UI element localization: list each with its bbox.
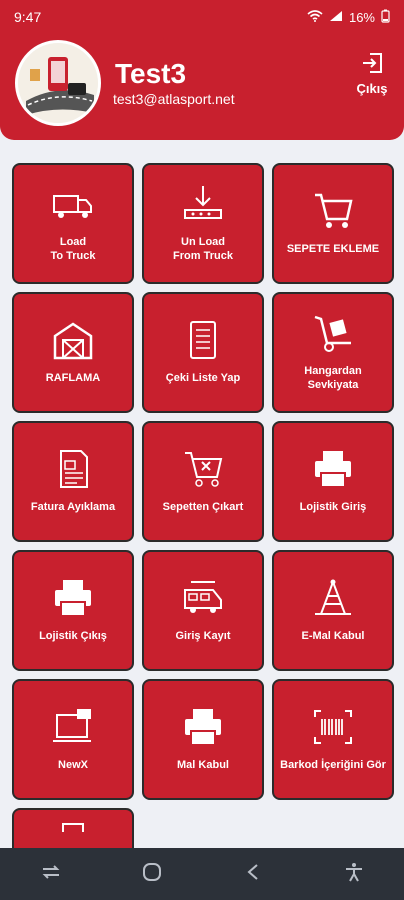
tile-lojistik-giris[interactable]: Lojistik Giriş <box>272 421 394 542</box>
tile-barkod-icerigini-gor[interactable]: Barkod İçeriğini Gör <box>272 679 394 800</box>
tile-raflama[interactable]: RAFLAMA <box>12 292 134 413</box>
user-email: test3@atlasport.net <box>113 91 235 107</box>
status-bar: 9:47 16% <box>0 0 404 34</box>
tile-unload-from-truck[interactable]: Un Load From Truck <box>142 163 264 284</box>
tile-label: NewX <box>58 759 88 771</box>
printer-icon <box>51 578 95 629</box>
logout-button[interactable]: Çıkış <box>352 52 392 96</box>
tile-load-to-truck[interactable]: Load To Truck <box>12 163 134 284</box>
laptop-icon <box>51 707 95 758</box>
home-icon <box>142 862 162 887</box>
tile-label: RAFLAMA <box>45 372 101 384</box>
tile-label: Load To Truck <box>50 236 96 262</box>
tile-label: Sepetten Çıkart <box>162 501 244 513</box>
accessibility-icon <box>344 862 364 887</box>
cart-icon <box>311 191 355 242</box>
battery-icon <box>381 9 390 26</box>
avatar[interactable] <box>15 40 101 126</box>
logout-icon <box>361 53 383 78</box>
tile-sepete-ekleme[interactable]: SEPETE EKLEME <box>272 163 394 284</box>
handtruck-icon <box>311 313 355 364</box>
tile-giris-kayit[interactable]: Giriş Kayıt <box>142 550 264 671</box>
battery-percent: 16% <box>348 9 375 25</box>
tile-label: E-Mal Kabul <box>301 630 365 642</box>
tile-label: Un Load From Truck <box>173 236 233 262</box>
list-icon <box>181 320 225 371</box>
tile-label: Lojistik Giriş <box>299 501 367 513</box>
tower-icon <box>311 578 355 629</box>
system-nav-bar <box>0 848 404 900</box>
invoice-icon <box>51 449 95 500</box>
barcode-icon <box>311 707 355 758</box>
warehouse-icon <box>51 320 95 371</box>
logout-label: Çıkış <box>356 81 388 96</box>
tile-e-mal-kabul[interactable]: E-Mal Kabul <box>272 550 394 671</box>
printer-icon <box>181 707 225 758</box>
menu-grid: Load To Truck Un Load From Truck SEPETE … <box>12 163 394 848</box>
back-button[interactable] <box>231 852 275 896</box>
van-icon <box>181 578 225 629</box>
back-icon <box>246 863 260 886</box>
cart-remove-icon <box>181 449 225 500</box>
wifi-icon <box>307 9 323 25</box>
tile-fatura-ayiklama[interactable]: Fatura Ayıklama <box>12 421 134 542</box>
tile-sepetten-cikart[interactable]: Sepetten Çıkart <box>142 421 264 542</box>
tile-ceki-liste-yap[interactable]: Çeki Liste Yap <box>142 292 264 413</box>
printer-icon <box>311 449 355 500</box>
recent-apps-button[interactable] <box>29 852 73 896</box>
tile-label: Fatura Ayıklama <box>30 501 116 513</box>
unload-icon <box>181 184 225 235</box>
tile-label: Barkod İçeriğini Gör <box>280 759 386 771</box>
truck-icon <box>51 184 95 235</box>
tile-lojistik-cikis[interactable]: Lojistik Çıkış <box>12 550 134 671</box>
recent-apps-icon <box>41 864 61 885</box>
tile-label: Hangardan Sevkiyata <box>304 365 362 391</box>
tile-label: Çeki Liste Yap <box>165 372 241 384</box>
tile-partial-icon <box>51 804 95 855</box>
tile-partial[interactable] <box>12 808 134 848</box>
signal-icon <box>329 10 343 25</box>
tile-label: Mal Kabul <box>177 759 229 771</box>
tile-label: SEPETE EKLEME <box>286 243 380 255</box>
tile-newx[interactable]: NewX <box>12 679 134 800</box>
accessibility-button[interactable] <box>332 852 376 896</box>
home-button[interactable] <box>130 852 174 896</box>
app-header: 9:47 16% Test3 test3@atlasport.net Çıkış <box>0 0 404 140</box>
tile-hangardan-sevkiyata[interactable]: Hangardan Sevkiyata <box>272 292 394 413</box>
status-icons: 16% <box>307 9 390 26</box>
user-name: Test3 <box>115 58 187 89</box>
tile-label: Lojistik Çıkış <box>39 630 107 642</box>
status-time: 9:47 <box>14 9 42 25</box>
tile-mal-kabul[interactable]: Mal Kabul <box>142 679 264 800</box>
tile-label: Giriş Kayıt <box>175 630 231 642</box>
